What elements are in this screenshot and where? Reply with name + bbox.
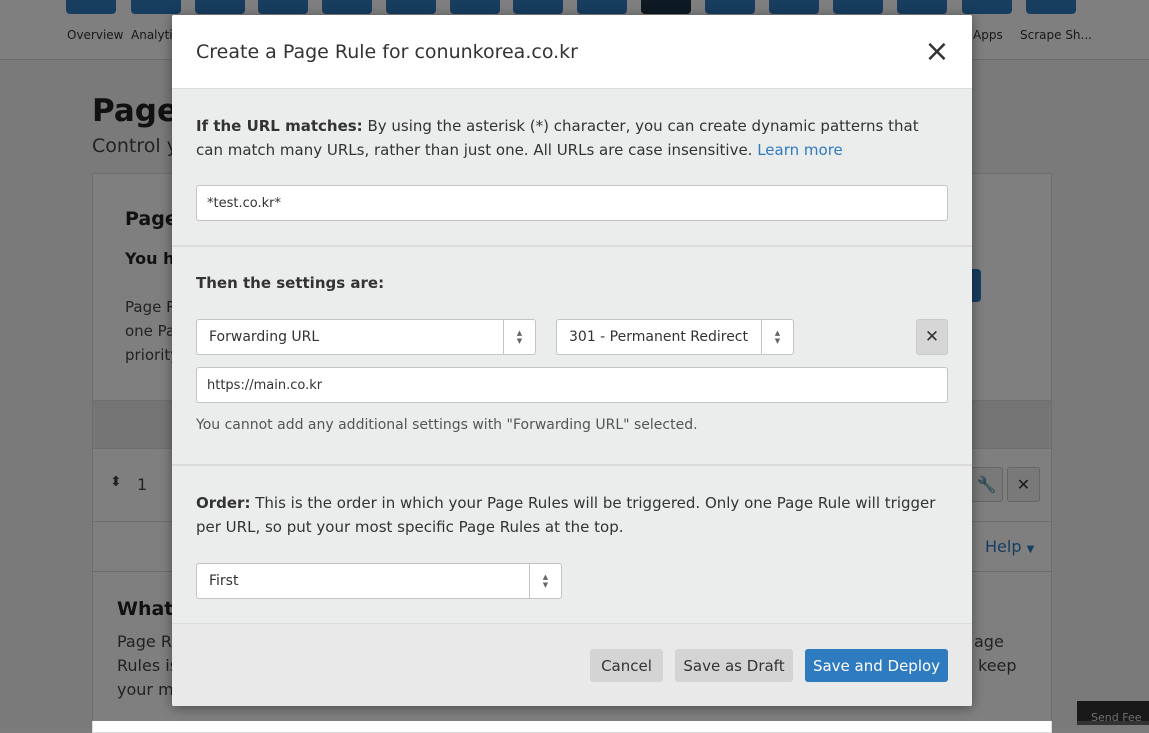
close-x-icon: ✕ [924,327,940,347]
save-as-draft-button[interactable]: Save as Draft [675,649,793,682]
status-code-select[interactable]: 301 - Permanent Redirect ▲ ▼ [556,319,794,355]
select-arrows-icon: ▲ ▼ [503,320,535,354]
url-match-description: If the URL matches: By using the asteris… [196,114,936,162]
select-arrows-icon: ▲ ▼ [761,320,793,354]
order-select[interactable]: First ▲ ▼ [196,563,562,599]
modal-title: Create a Page Rule for conunkorea.co.kr [196,41,578,63]
url-match-label: If the URL matches: [196,117,363,135]
close-icon[interactable]: × [924,37,950,67]
status-code-select-value: 301 - Permanent Redirect [569,329,748,345]
destination-url-input[interactable] [196,367,948,403]
section-divider [172,464,972,466]
section-divider [172,245,972,247]
modal-header: Create a Page Rule for conunkorea.co.kr … [172,15,972,89]
save-and-deploy-button[interactable]: Save and Deploy [805,649,948,682]
order-text: This is the order in which your Page Rul… [196,494,936,536]
settings-label: Then the settings are: [196,274,385,292]
setting-select[interactable]: Forwarding URL ▲ ▼ [196,319,536,355]
order-select-value: First [209,573,239,589]
learn-more-link[interactable]: Learn more [757,141,843,159]
select-arrows-icon: ▲ ▼ [529,564,561,598]
order-description: Order: This is the order in which your P… [196,491,936,539]
setting-select-value: Forwarding URL [209,329,320,345]
remove-setting-button[interactable]: ✕ [916,319,948,355]
settings-note: You cannot add any additional settings w… [196,417,698,433]
cancel-button[interactable]: Cancel [590,649,663,682]
create-page-rule-modal: Create a Page Rule for conunkorea.co.kr … [172,15,972,706]
url-pattern-input[interactable] [196,185,948,221]
order-label: Order: [196,494,251,512]
